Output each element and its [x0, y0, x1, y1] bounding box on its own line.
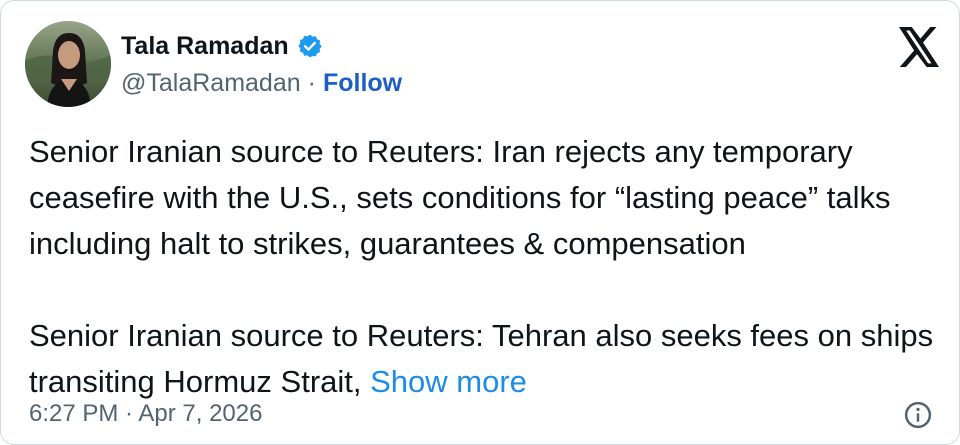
tweet-paragraph-2: Senior Iranian source to Reuters: Tehran…: [29, 313, 949, 405]
tweet-timestamp[interactable]: 6:27 PM · Apr 7, 2026: [29, 397, 262, 431]
display-name[interactable]: Tala Ramadan: [121, 29, 289, 63]
name-row: Tala Ramadan: [121, 29, 323, 63]
tweet-card: Tala Ramadan @TalaRamadan · Follow Senio…: [0, 0, 960, 445]
tweet-text: Senior Iranian source to Reuters: Iran r…: [29, 129, 949, 405]
show-more-link[interactable]: Show more: [370, 364, 527, 399]
follow-button[interactable]: Follow: [323, 67, 402, 99]
avatar[interactable]: [25, 21, 111, 107]
verified-badge-icon: [297, 33, 323, 59]
avatar-photo: [25, 21, 111, 107]
info-icon[interactable]: [903, 400, 933, 430]
tweet-paragraph-1: Senior Iranian source to Reuters: Iran r…: [29, 134, 891, 261]
handle-row: @TalaRamadan · Follow: [121, 67, 402, 99]
x-logo-icon[interactable]: [897, 27, 941, 67]
separator-dot: ·: [307, 69, 316, 97]
user-handle[interactable]: @TalaRamadan: [121, 67, 301, 99]
